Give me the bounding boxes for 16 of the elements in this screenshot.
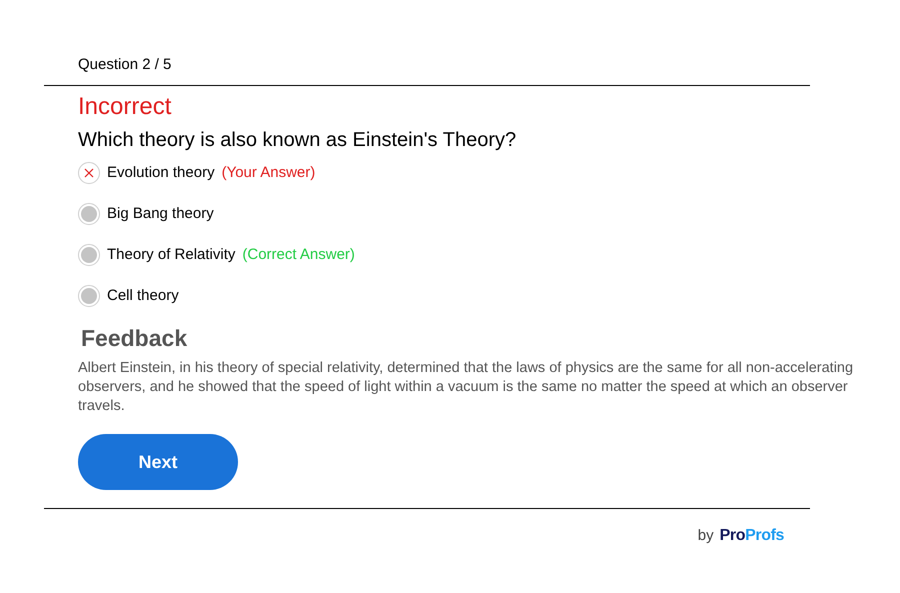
option-label: Cell theory <box>107 286 179 306</box>
question-text: Which theory is also known as Einstein's Theory? <box>78 128 518 153</box>
answer-tag: (Your Answer) <box>222 162 316 184</box>
result-heading: Incorrect <box>78 92 172 122</box>
by-label: by <box>698 526 714 546</box>
radio-button[interactable] <box>78 203 100 225</box>
answer-tag: (Correct Answer) <box>242 244 355 266</box>
feedback-heading: Feedback <box>81 324 188 353</box>
option-label: Evolution theory <box>107 162 215 183</box>
logo-text: ProProfs <box>720 526 784 546</box>
option-label: Theory of Relativity <box>107 244 236 265</box>
feedback-text: Albert Einstein, in his theory of special relativity, determined that the laws of physics are the same for all non-accelerating observers, and he showed that the speed of light within a vacuum is the same no matter the speed at which an observer travels. <box>78 359 854 416</box>
option-label: Big Bang theory <box>107 204 214 224</box>
radio-button[interactable] <box>78 285 100 307</box>
next-button[interactable]: Next <box>78 434 238 490</box>
radio-button[interactable] <box>78 244 100 266</box>
